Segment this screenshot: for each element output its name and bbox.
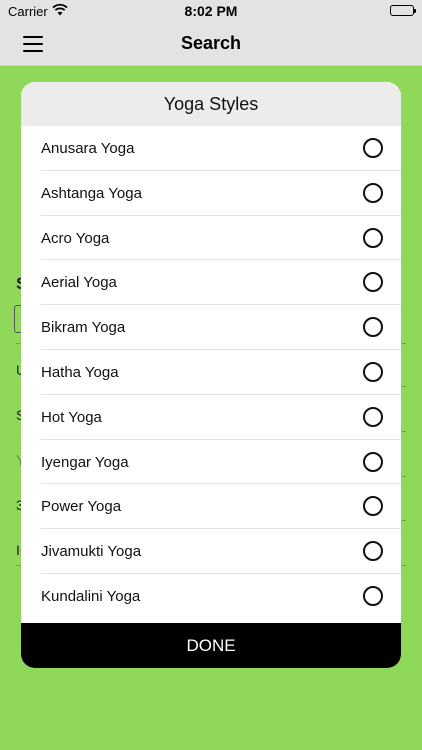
- yoga-style-label: Aerial Yoga: [41, 274, 117, 292]
- background-divider: [401, 431, 406, 432]
- yoga-style-option[interactable]: Hot Yoga: [41, 395, 401, 440]
- yoga-style-option[interactable]: Hatha Yoga: [41, 350, 401, 395]
- radio-button-icon[interactable]: [363, 272, 383, 293]
- yoga-style-label: Power Yoga: [41, 498, 122, 516]
- done-button[interactable]: DONE: [21, 623, 401, 668]
- radio-button-icon[interactable]: [363, 406, 383, 427]
- radio-button-icon[interactable]: [363, 227, 383, 248]
- background-divider: [401, 520, 406, 521]
- yoga-style-option[interactable]: Jivamukti Yoga: [41, 529, 401, 574]
- yoga-style-option[interactable]: Anusara Yoga: [41, 126, 401, 171]
- yoga-style-option[interactable]: Kundalini Yoga: [41, 574, 401, 619]
- yoga-style-label: Hatha Yoga: [41, 363, 119, 381]
- yoga-style-label: Kundalini Yoga: [41, 587, 141, 605]
- page-title: Search: [180, 33, 242, 53]
- radio-button-icon[interactable]: [363, 361, 383, 382]
- modal-title: Yoga Styles: [21, 82, 401, 126]
- yoga-style-label: Bikram Yoga: [41, 319, 126, 337]
- radio-button-icon[interactable]: [363, 451, 383, 472]
- yoga-style-label: Anusara Yoga: [41, 140, 135, 157]
- radio-button-icon[interactable]: [363, 138, 383, 158]
- yoga-style-label: Iyengar Yoga: [41, 453, 129, 471]
- background-divider: [401, 386, 406, 387]
- yoga-style-list: Anusara Yoga Ashtanga Yoga Acro Yoga Aerial…: [21, 126, 401, 619]
- background-divider: [401, 565, 406, 566]
- background-divider: [401, 476, 406, 477]
- yoga-style-label: Ashtanga Yoga: [41, 184, 142, 202]
- yoga-style-label: Hot Yoga: [41, 408, 102, 426]
- yoga-style-option[interactable]: Ashtanga Yoga: [41, 171, 401, 216]
- yoga-style-label: Jivamukti Yoga: [41, 543, 142, 561]
- radio-button-icon[interactable]: [363, 182, 383, 203]
- radio-button-icon[interactable]: [363, 496, 383, 517]
- status-time: 8:02 PM: [184, 3, 238, 19]
- radio-button-icon[interactable]: [363, 541, 383, 562]
- yoga-style-option[interactable]: Acro Yoga: [41, 216, 401, 261]
- yoga-style-label: Acro Yoga: [41, 229, 110, 247]
- radio-button-icon[interactable]: [363, 317, 383, 338]
- yoga-style-option[interactable]: Bikram Yoga: [41, 305, 401, 350]
- background-divider: [401, 343, 406, 344]
- battery-icon: [390, 5, 416, 16]
- yoga-styles-modal: Yoga Styles Anusara Yoga Ashtanga Yoga Acr…: [21, 82, 401, 668]
- status-bar: Carrier 8:02 PM: [0, 0, 422, 22]
- yoga-style-option[interactable]: Power Yoga: [41, 484, 401, 530]
- yoga-style-option[interactable]: Aerial Yoga: [41, 260, 401, 306]
- yoga-style-option[interactable]: Iyengar Yoga: [41, 440, 401, 485]
- navigation-bar: Search: [0, 22, 422, 66]
- radio-button-icon[interactable]: [363, 585, 383, 606]
